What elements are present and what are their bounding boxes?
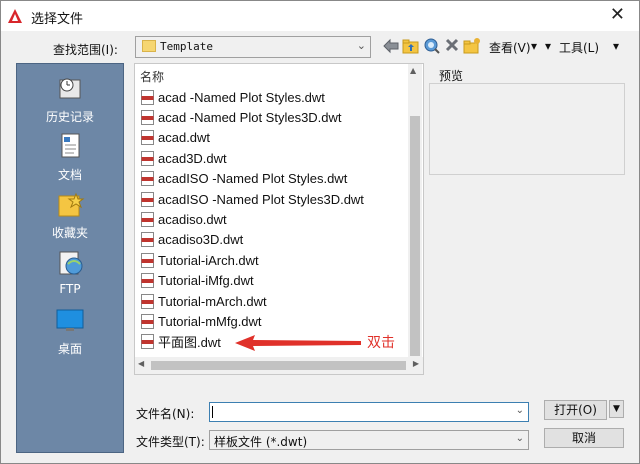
place-label: 历史记录	[45, 110, 94, 124]
dwt-file-icon	[141, 211, 154, 227]
place-history[interactable]: 历史记录	[17, 72, 123, 125]
ftp-icon	[59, 251, 83, 275]
file-row[interactable]: Tutorial-iArch.dwt	[141, 251, 259, 269]
desktop-icon	[56, 309, 84, 331]
place-desktop[interactable]: 桌面	[17, 304, 123, 357]
window-title: 选择文件	[31, 12, 84, 27]
file-name-text: acadISO -Named Plot Styles3D.dwt	[158, 191, 364, 207]
close-icon[interactable]: ✕	[610, 5, 625, 25]
file-name-text: acad -Named Plot Styles.dwt	[158, 89, 325, 105]
new-folder-icon[interactable]	[463, 37, 481, 57]
tools-menu[interactable]: 工具(L)	[559, 39, 599, 56]
place-documents[interactable]: 文档	[17, 130, 123, 183]
file-name-label: 文件名(N):	[136, 407, 195, 421]
file-name-text: acad3D.dwt	[158, 150, 227, 166]
views-menu[interactable]: 查看(V)	[489, 39, 531, 56]
vertical-scrollbar[interactable]: ▲	[408, 64, 422, 357]
dwt-file-icon	[141, 293, 154, 309]
autocad-logo-icon	[7, 8, 23, 24]
file-row[interactable]: Tutorial-mArch.dwt	[141, 292, 267, 310]
place-favorites[interactable]: 收藏夹	[17, 188, 123, 241]
place-label: 桌面	[57, 342, 82, 356]
favorites-icon	[58, 192, 85, 217]
dwt-file-icon	[141, 130, 154, 146]
back-arrow-icon[interactable]	[382, 37, 400, 57]
dwt-file-icon	[141, 171, 154, 187]
look-in-label: 查找范围(I):	[53, 43, 118, 57]
scroll-up-icon[interactable]: ▲	[410, 66, 416, 75]
horizontal-scroll-thumb[interactable]	[151, 361, 406, 370]
scroll-left-icon[interactable]: ◀	[138, 359, 144, 368]
file-name-input[interactable]: ⌄	[209, 402, 529, 422]
dwt-file-icon	[141, 89, 154, 105]
dwt-file-icon	[141, 232, 154, 248]
file-name-text: Tutorial-iArch.dwt	[158, 252, 259, 268]
file-name-text: Tutorial-mMfg.dwt	[158, 313, 262, 329]
scroll-right-icon[interactable]: ▶	[413, 359, 419, 368]
file-row[interactable]: Tutorial-iMfg.dwt	[141, 272, 254, 290]
folder-icon	[142, 40, 156, 52]
history-icon	[59, 78, 81, 99]
search-web-icon[interactable]	[423, 37, 441, 57]
file-type-value: 样板文件 (*.dwt)	[214, 435, 308, 449]
preview-panel	[429, 83, 625, 175]
vertical-scroll-thumb[interactable]	[410, 116, 420, 356]
file-type-select[interactable]: 样板文件 (*.dwt) ⌄	[209, 430, 529, 450]
file-name-text: acad -Named Plot Styles3D.dwt	[158, 109, 342, 125]
cancel-button[interactable]: 取消	[544, 428, 624, 448]
file-name-text: acad.dwt	[158, 130, 211, 146]
place-label: 文档	[57, 168, 82, 182]
dwt-file-icon	[141, 191, 154, 207]
file-row[interactable]: acadISO -Named Plot Styles.dwt	[141, 170, 347, 188]
file-row[interactable]: acadiso3D.dwt	[141, 231, 243, 249]
chevron-down-icon: ▾	[545, 39, 552, 53]
dwt-file-icon	[141, 334, 154, 350]
documents-icon	[61, 133, 80, 158]
horizontal-scrollbar[interactable]: ◀ ▶	[135, 357, 423, 374]
annotation-text: 双击	[367, 335, 395, 351]
file-name-text: Tutorial-mArch.dwt	[158, 293, 267, 309]
place-label: 收藏夹	[51, 226, 88, 240]
file-row[interactable]: acadISO -Named Plot Styles3D.dwt	[141, 190, 364, 208]
file-name-text: acadiso.dwt	[158, 211, 227, 227]
delete-icon[interactable]	[444, 37, 460, 57]
dwt-file-icon	[141, 313, 154, 329]
tools-dropdown-arrow[interactable]: ▾	[613, 39, 619, 53]
sort-ascending-icon: ⌃	[280, 63, 289, 71]
folder-up-icon[interactable]	[402, 37, 420, 57]
dwt-file-icon	[141, 150, 154, 166]
column-header-name[interactable]: 名称	[140, 68, 164, 85]
file-name-text: Tutorial-iMfg.dwt	[158, 273, 254, 289]
file-name-text: acadISO -Named Plot Styles.dwt	[158, 171, 348, 187]
title-bar: 选择文件 ✕	[1, 1, 639, 31]
dwt-file-icon	[141, 273, 154, 289]
file-row[interactable]: 平面图.dwt	[141, 333, 221, 351]
file-row[interactable]: acad -Named Plot Styles3D.dwt	[141, 108, 342, 126]
preview-label: 预览	[439, 69, 464, 83]
dwt-file-icon	[141, 109, 154, 125]
look-in-combo[interactable]: Template ⌄	[135, 36, 371, 58]
open-button[interactable]: 打开(O)	[544, 400, 607, 420]
file-row[interactable]: acad3D.dwt	[141, 149, 227, 167]
file-row[interactable]: acadiso.dwt	[141, 210, 227, 228]
select-file-dialog: 选择文件 ✕ 查找范围(I): Template ⌄ 查看(V) ▾ ▾ 工具(…	[0, 0, 640, 464]
dwt-file-icon	[141, 252, 154, 268]
chevron-down-icon: ⌄	[515, 433, 524, 444]
open-dropdown-button[interactable]: ▼	[609, 400, 624, 418]
file-type-label: 文件类型(T):	[136, 435, 205, 449]
text-caret	[212, 406, 213, 418]
chevron-down-icon: ⌄	[356, 39, 366, 52]
file-row[interactable]: acad.dwt	[141, 129, 210, 147]
file-name-text: 平面图.dwt	[158, 335, 221, 351]
place-ftp[interactable]: FTP	[17, 246, 123, 296]
look-in-value: Template	[160, 40, 213, 53]
views-dropdown-arrow[interactable]: ▾	[531, 39, 537, 53]
place-label: FTP	[59, 282, 81, 296]
file-row[interactable]: Tutorial-mMfg.dwt	[141, 312, 262, 330]
places-bar: 历史记录 文档 收藏夹 FTP 桌面	[16, 63, 124, 453]
chevron-down-icon[interactable]: ⌄	[516, 405, 524, 416]
file-row[interactable]: acad -Named Plot Styles.dwt	[141, 88, 325, 106]
file-name-text: acadiso3D.dwt	[158, 232, 244, 248]
